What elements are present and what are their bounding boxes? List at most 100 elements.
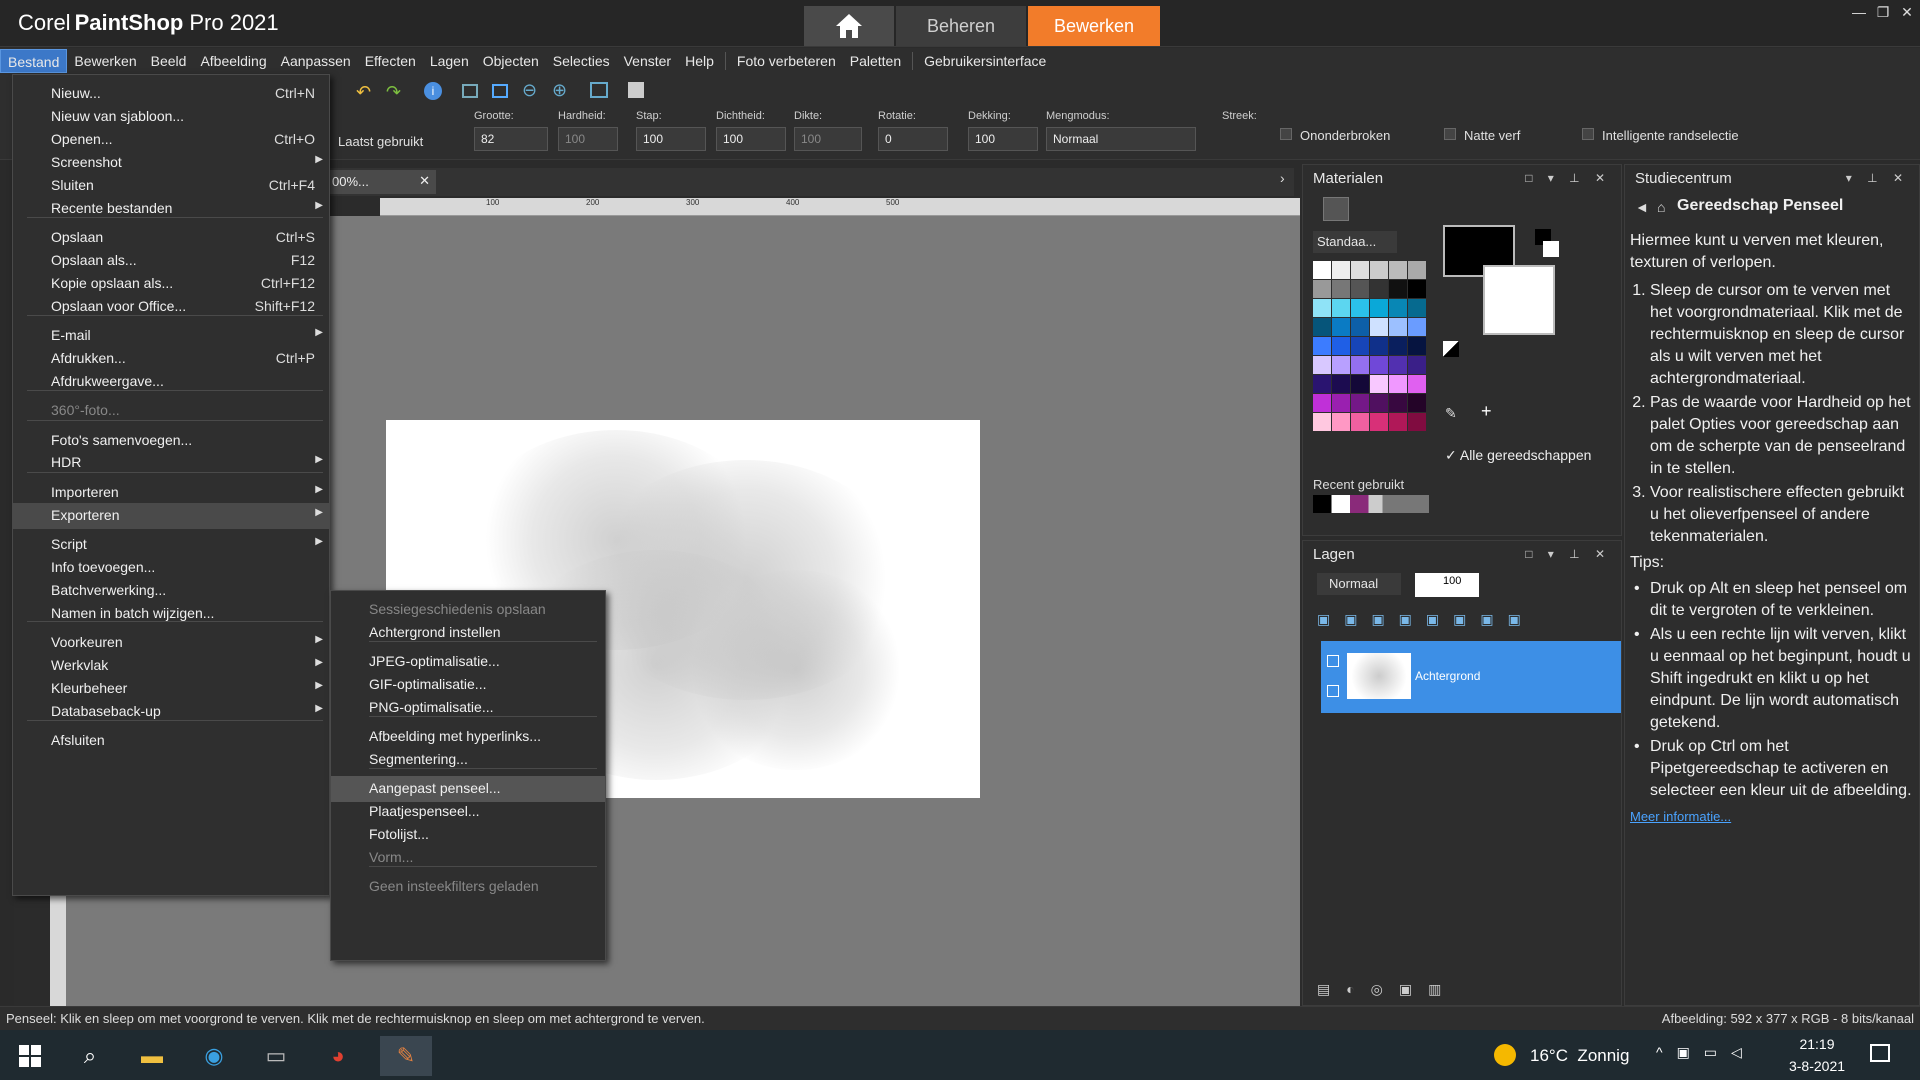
home-small-icon[interactable]: ⌂ — [1657, 199, 1665, 215]
density-input[interactable]: 100 — [716, 127, 786, 151]
actual-size-icon[interactable] — [590, 82, 608, 98]
file-menu-item[interactable]: HDR ▶ — [13, 450, 329, 476]
paintshop-taskbar-icon[interactable]: ✎ — [380, 1036, 432, 1076]
search-icon[interactable]: ⌕ — [70, 1036, 110, 1076]
menu-gebruikersinterface[interactable]: Gebruikersinterface — [917, 49, 1053, 73]
layer-tools-icons[interactable]: ▣▣▣▣▣▣▣▣ — [1317, 611, 1577, 631]
minimize-button[interactable]: — — [1848, 4, 1870, 22]
arrange-icon[interactable] — [628, 82, 644, 98]
restore-button[interactable]: ❐ — [1872, 4, 1894, 22]
file-menu-item[interactable]: Afdrukweergave... — [13, 369, 329, 395]
layer-row[interactable]: Achtergrond — [1321, 641, 1621, 713]
preset-label[interactable]: Laatst gebruikt — [338, 134, 423, 149]
swap-colors-icon[interactable] — [1443, 341, 1459, 357]
app-logo: Corel PaintShop Pro 2021 — [18, 10, 279, 36]
clock-date[interactable]: 3-8-2021 — [1780, 1058, 1854, 1074]
continuous-checkbox[interactable] — [1280, 128, 1292, 140]
file-menu-item[interactable]: Recente bestanden ▶ — [13, 196, 329, 222]
thickness-input[interactable]: 100 — [794, 127, 862, 151]
info-icon[interactable]: i — [424, 82, 442, 100]
menu-bewerken[interactable]: Bewerken — [67, 49, 143, 73]
export-menu-item[interactable]: Segmentering... — [331, 747, 605, 773]
background-color-swatch[interactable] — [1483, 265, 1555, 335]
recent-colors[interactable] — [1313, 495, 1429, 513]
scroll-tabs-icon[interactable]: › — [1280, 170, 1285, 186]
file-explorer-icon[interactable]: ▬ — [132, 1036, 172, 1076]
fit-image-icon[interactable] — [492, 84, 508, 98]
add-swatch-icon[interactable]: + — [1481, 401, 1492, 422]
menu-item-label: Werkvlak — [51, 657, 109, 673]
palette-select[interactable]: Standaa... — [1313, 231, 1397, 253]
all-tools-checkbox[interactable]: ✓ Alle gereedschappen — [1445, 447, 1591, 464]
menu-foto-verbeteren[interactable]: Foto verbeteren — [730, 49, 843, 73]
undo-icon[interactable]: ↶ — [356, 82, 371, 103]
blendmode-select[interactable]: Normaal — [1046, 127, 1196, 151]
layer-opacity-input[interactable]: 100 — [1415, 573, 1479, 597]
more-info-link[interactable]: Meer informatie... — [1630, 806, 1914, 828]
file-menu-item[interactable]: Databaseback-up ▶ — [13, 699, 329, 725]
edge-icon[interactable]: ◉ — [194, 1036, 234, 1076]
study-header: Studiecentrum ▾ ⊥ ✕ — [1625, 165, 1919, 191]
zoom-out-icon[interactable]: ⊖ — [522, 80, 537, 101]
recent-label: Recent gebruikt — [1313, 477, 1405, 492]
panel-controls[interactable]: ▾ ⊥ ✕ — [1846, 171, 1909, 185]
close-button[interactable]: ✕ — [1896, 4, 1918, 22]
menu-afbeelding[interactable]: Afbeelding — [193, 49, 273, 73]
panel-controls[interactable]: □ ▾ ⊥ ✕ — [1525, 547, 1611, 561]
windows-start-icon[interactable] — [10, 1036, 50, 1076]
weather-text[interactable]: 16°C Zonnig — [1530, 1046, 1629, 1066]
menu-venster[interactable]: Venster — [617, 49, 678, 73]
study-title: Studiecentrum — [1635, 169, 1732, 187]
menu-item-label: Nieuw... — [51, 85, 101, 101]
zoom-in-icon[interactable]: ⊕ — [552, 80, 567, 101]
tray-icons[interactable]: ^▣▭◁ — [1656, 1044, 1756, 1061]
menu-aanpassen[interactable]: Aanpassen — [274, 49, 358, 73]
file-menu-item[interactable]: Opslaan voor Office... Shift+F12 — [13, 294, 329, 320]
wet-paint-label: Natte verf — [1464, 128, 1521, 143]
tab-manage[interactable]: Beheren — [896, 6, 1026, 46]
layer-visibility-icon[interactable] — [1327, 655, 1339, 667]
menu-objecten[interactable]: Objecten — [476, 49, 546, 73]
tab-edit[interactable]: Bewerken — [1028, 6, 1160, 46]
step-input[interactable]: 100 — [636, 127, 706, 151]
layer-eye-icon[interactable] — [1327, 685, 1339, 697]
edge-select-checkbox[interactable] — [1582, 128, 1594, 140]
menu-lagen[interactable]: Lagen — [423, 49, 476, 73]
chrome-icon[interactable]: ◕ — [318, 1036, 358, 1076]
panel-controls[interactable]: □ ▾ ⊥ ✕ — [1525, 171, 1611, 185]
layer-blend-select[interactable]: Normaal — [1317, 573, 1401, 595]
layers-bottom-toolbar[interactable]: ▤◐◎▣▥ — [1317, 981, 1607, 999]
document-tab[interactable]: 00%... ✕ — [326, 170, 436, 194]
home-tab[interactable] — [804, 6, 894, 46]
file-menu-item[interactable]: Afsluiten — [13, 728, 329, 754]
menu-paletten[interactable]: Paletten — [843, 49, 908, 73]
rotation-input[interactable]: 0 — [878, 127, 948, 151]
file-menu-item[interactable]: Namen in batch wijzigen... — [13, 601, 329, 627]
close-tab-icon[interactable]: ✕ — [419, 173, 430, 189]
menu-beeld[interactable]: Beeld — [144, 49, 194, 73]
status-bar: Penseel: Klik en sleep om met voorgrond … — [0, 1006, 1920, 1030]
fit-window-icon[interactable] — [462, 84, 478, 98]
menu-item-label: Namen in batch wijzigen... — [51, 605, 215, 621]
swatch-grid[interactable] — [1313, 261, 1429, 431]
notifications-icon[interactable] — [1870, 1044, 1890, 1062]
redo-icon[interactable]: ↷ — [386, 82, 401, 103]
menu-bestand[interactable]: Bestand — [0, 49, 68, 73]
size-input[interactable]: 82 — [474, 127, 548, 151]
dropper-icon[interactable]: ✎ — [1445, 405, 1457, 422]
clock-time[interactable]: 21:19 — [1790, 1036, 1844, 1052]
menu-selecties[interactable]: Selecties — [546, 49, 617, 73]
back-icon[interactable]: ◄ — [1635, 199, 1649, 215]
wet-paint-checkbox[interactable] — [1444, 128, 1456, 140]
file-menu-item[interactable]: Exporteren ▶ — [13, 503, 329, 529]
swatches-tab-icon[interactable] — [1323, 197, 1349, 221]
export-menu-item[interactable]: Achtergrond instellen — [331, 620, 605, 646]
opacity-input[interactable]: 100 — [968, 127, 1038, 151]
export-menu-item[interactable]: PNG-optimalisatie... — [331, 695, 605, 721]
mini-bg-swatch[interactable] — [1543, 241, 1559, 257]
hardness-input[interactable]: 100 — [558, 127, 618, 151]
menu-effecten[interactable]: Effecten — [358, 49, 423, 73]
app-icon[interactable]: ▭ — [256, 1036, 296, 1076]
menu-item-label: Databaseback-up — [51, 703, 161, 719]
menu-help[interactable]: Help — [678, 49, 721, 73]
